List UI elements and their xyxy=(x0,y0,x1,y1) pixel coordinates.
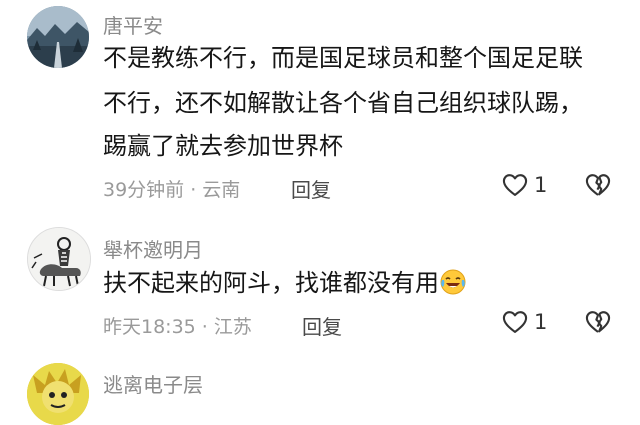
dislike-button[interactable] xyxy=(584,171,612,203)
comment-text-line: 不行，还不如解散让各个省自己组织球队踢， xyxy=(103,89,583,117)
laughing-crying-emoji-icon xyxy=(440,269,466,295)
like-button[interactable]: 1 xyxy=(501,171,547,199)
comment-location: 云南 xyxy=(202,179,241,201)
comment-time: 39分钟前 xyxy=(103,179,185,201)
comment-meta: 昨天18:35 · 江苏 xyxy=(103,312,252,339)
comment-item: 逃离电子层 xyxy=(0,355,640,425)
comment-username[interactable]: 舉杯邀明月 xyxy=(103,234,203,263)
comment-meta: 39分钟前 · 云南 xyxy=(103,175,240,202)
broken-heart-icon xyxy=(585,311,611,333)
comment-text: 扶不起来的阿斗，找谁都没有用 xyxy=(103,269,439,297)
reply-button[interactable]: 回复 xyxy=(302,311,342,340)
road-landscape-avatar-image xyxy=(27,6,89,68)
like-count: 1 xyxy=(534,310,548,334)
like-button[interactable]: 1 xyxy=(501,308,547,336)
comment-time: 昨天18:35 xyxy=(103,316,196,338)
broken-heart-icon xyxy=(585,174,611,196)
comment-username[interactable]: 唐平安 xyxy=(103,10,163,39)
reply-button[interactable]: 回复 xyxy=(291,174,331,203)
cartoon-character-avatar-image xyxy=(27,363,89,425)
comment-item: 唐平安 不是教练不行，而是国足球员和整个国足足联 不行，还不如解散让各个省自己组… xyxy=(0,0,640,215)
comment-text-line: 扶不起来的阿斗，找谁都没有用 xyxy=(103,263,467,303)
heart-icon xyxy=(502,174,528,196)
like-count: 1 xyxy=(534,173,548,197)
avatar[interactable] xyxy=(27,227,91,291)
ink-sketch-avatar-image xyxy=(28,228,90,290)
comment-username[interactable]: 逃离电子层 xyxy=(103,369,203,398)
heart-icon xyxy=(502,311,528,333)
comment-text-line: 不是教练不行，而是国足球员和整个国足足联 xyxy=(103,44,583,72)
meta-separator: · xyxy=(201,316,208,338)
comment-text-line: 踢赢了就去参加世界杯 xyxy=(103,132,343,160)
dislike-button[interactable] xyxy=(584,308,612,340)
meta-separator: · xyxy=(190,179,197,201)
avatar[interactable] xyxy=(27,363,89,425)
comment-location: 江苏 xyxy=(213,316,252,338)
comment-item: 舉杯邀明月 扶不起来的阿斗，找谁都没有用 昨天18:35 · 江苏 回复 1 xyxy=(0,215,640,355)
avatar[interactable] xyxy=(27,6,89,68)
